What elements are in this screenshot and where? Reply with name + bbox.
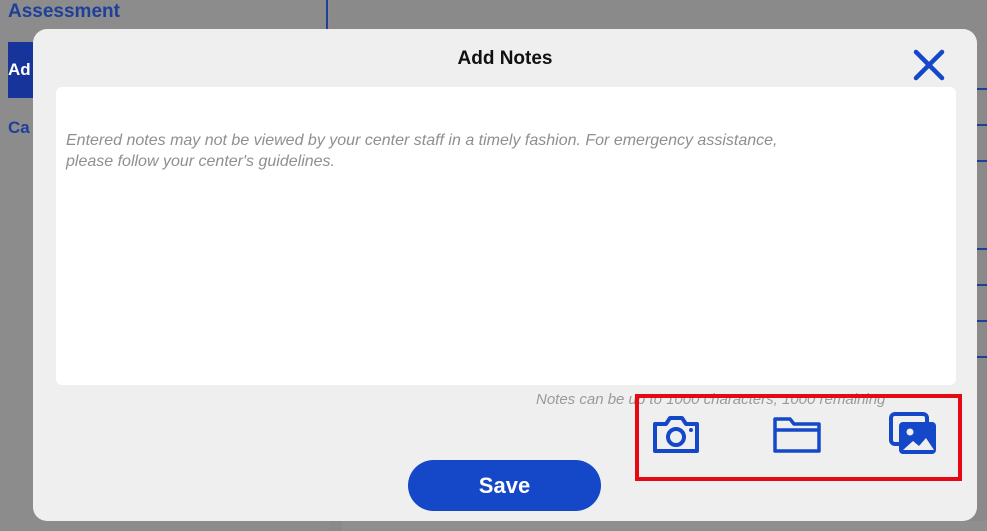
close-x-icon <box>913 49 945 81</box>
camera-icon <box>653 416 699 453</box>
camera-button[interactable] <box>650 411 702 457</box>
folder-button[interactable] <box>771 411 823 457</box>
modal-title: Add Notes <box>457 48 553 69</box>
notes-placeholder: Entered notes may not be viewed by your … <box>66 132 778 170</box>
save-button[interactable]: Save <box>408 460 601 511</box>
background-divider <box>326 0 328 30</box>
add-notes-modal: Add Notes Entered notes may not be viewe… <box>33 29 977 521</box>
folder-icon <box>773 417 821 453</box>
photo-gallery-icon <box>889 412 936 454</box>
photo-gallery-button[interactable] <box>888 411 940 457</box>
close-button[interactable] <box>911 47 947 83</box>
background-bottom-strip <box>342 521 987 531</box>
background-nav-selected-label: Ad <box>8 60 31 79</box>
background-section-title: Assessment <box>8 1 120 22</box>
background-nav-item: Ca <box>8 118 30 137</box>
